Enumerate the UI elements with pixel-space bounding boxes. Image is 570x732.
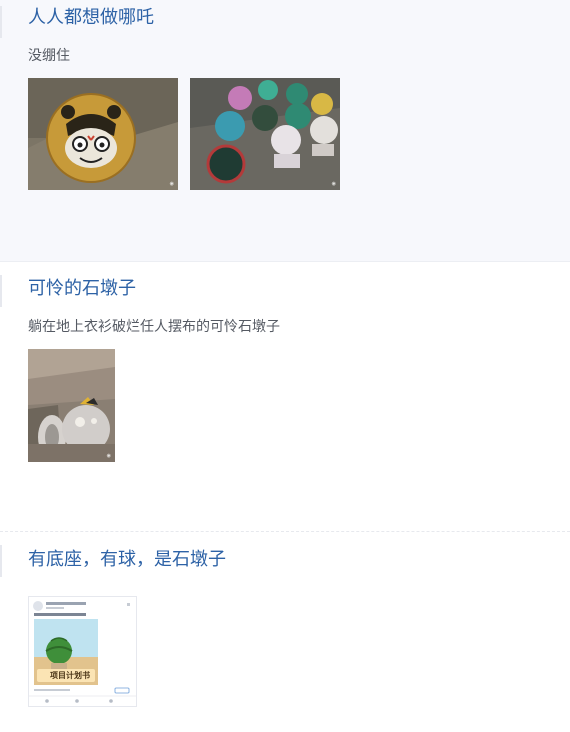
- post-description: 躺在地上衣衫破烂任人摆布的可怜石墩子: [28, 319, 280, 335]
- post-image-painted-balls[interactable]: ◉: [190, 78, 340, 190]
- post-title[interactable]: 可怜的石墩子: [28, 262, 558, 301]
- post-description: 没绷住: [28, 48, 70, 64]
- post-image-fallen-bollard[interactable]: ◉: [28, 349, 115, 462]
- post-divider-bar: [0, 545, 2, 577]
- post-title[interactable]: 人人都想做哪吒: [28, 0, 558, 30]
- card-caption: 项目计划书: [50, 671, 90, 680]
- post-card: 有底座，有球，是石墩子 项目计划书: [0, 532, 570, 732]
- watermark-icon: ◉: [331, 181, 336, 187]
- post-image-row: ◉: [28, 349, 558, 462]
- post-image-row: 项目计划书: [28, 596, 558, 707]
- post-image-nezha-ball[interactable]: ◉: [28, 78, 178, 190]
- post-image-row: ◉: [28, 78, 558, 190]
- post-feed: 人人都想做哪吒 没绷住 ◉ ◉ 可怜的石墩子 躺在地上衣衫破烂任人摆布的可怜石墩…: [0, 0, 570, 732]
- watermark-icon: ◉: [169, 181, 174, 187]
- post-image-project-plan-card[interactable]: 项目计划书: [28, 596, 137, 707]
- post-card: 可怜的石墩子 躺在地上衣衫破烂任人摆布的可怜石墩子 ◉: [0, 262, 570, 532]
- post-divider-bar: [0, 275, 2, 307]
- post-card: 人人都想做哪吒 没绷住 ◉ ◉: [0, 0, 570, 262]
- watermark-icon: ◉: [106, 453, 111, 459]
- post-title[interactable]: 有底座，有球，是石墩子: [28, 532, 558, 572]
- post-divider-bar: [0, 6, 2, 38]
